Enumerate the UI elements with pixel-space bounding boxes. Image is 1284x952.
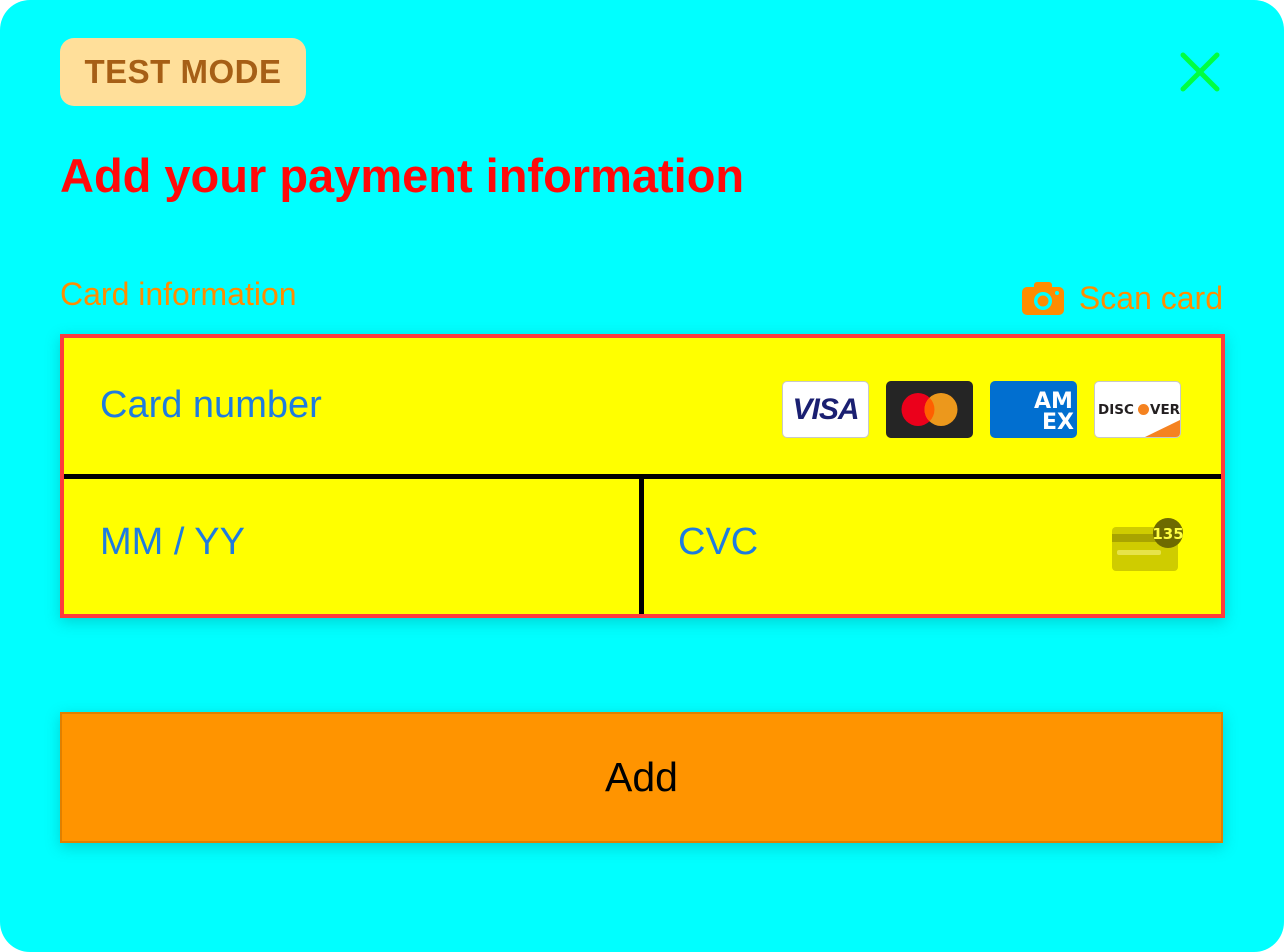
- scan-card-label: Scan card: [1078, 279, 1223, 316]
- svg-text:DISC: DISC: [1098, 402, 1134, 418]
- expiry-placeholder: MM / YY: [100, 521, 245, 563]
- cvc-card-icon: 135: [1112, 518, 1184, 571]
- test-mode-badge: TEST MODE: [60, 38, 306, 106]
- camera-icon: [1021, 282, 1064, 315]
- amex-logo: AM EX: [990, 381, 1077, 438]
- card-form: Card number VISA AM EX DISC VER MM / YY …: [60, 334, 1225, 618]
- card-details-row: MM / YY CVC 135: [64, 479, 1221, 614]
- svg-text:EX: EX: [1042, 410, 1074, 435]
- cvc-field[interactable]: CVC 135: [644, 479, 1221, 614]
- close-icon: [1180, 52, 1220, 92]
- discover-logo: DISC VER: [1094, 381, 1181, 438]
- svg-text:VER: VER: [1150, 402, 1180, 418]
- amex-icon: AM EX: [1034, 389, 1074, 435]
- page-title: Add your payment information: [60, 149, 745, 202]
- close-button[interactable]: [1178, 50, 1222, 94]
- discover-icon: DISC VER: [1098, 402, 1180, 437]
- card-information-label: Card information: [60, 276, 297, 312]
- mastercard-logo: [886, 381, 973, 438]
- cvc-placeholder: CVC: [678, 521, 759, 563]
- card-number-field[interactable]: Card number VISA AM EX DISC VER: [64, 338, 1221, 479]
- expiry-field[interactable]: MM / YY: [64, 479, 644, 614]
- visa-logo: VISA: [782, 381, 869, 438]
- card-brands: VISA AM EX DISC VER: [782, 381, 1181, 438]
- visa-logo-text: VISA: [792, 392, 859, 426]
- card-info-header: Card information Scan card: [60, 276, 1223, 320]
- payment-sheet: TEST MODE Add your payment information C…: [0, 0, 1284, 952]
- scan-card-button[interactable]: Scan card: [1021, 276, 1223, 320]
- add-button[interactable]: Add: [60, 712, 1223, 843]
- card-number-placeholder: Card number: [100, 384, 322, 426]
- mastercard-icon: [901, 393, 958, 426]
- cvc-icon-text: 135: [1152, 525, 1183, 543]
